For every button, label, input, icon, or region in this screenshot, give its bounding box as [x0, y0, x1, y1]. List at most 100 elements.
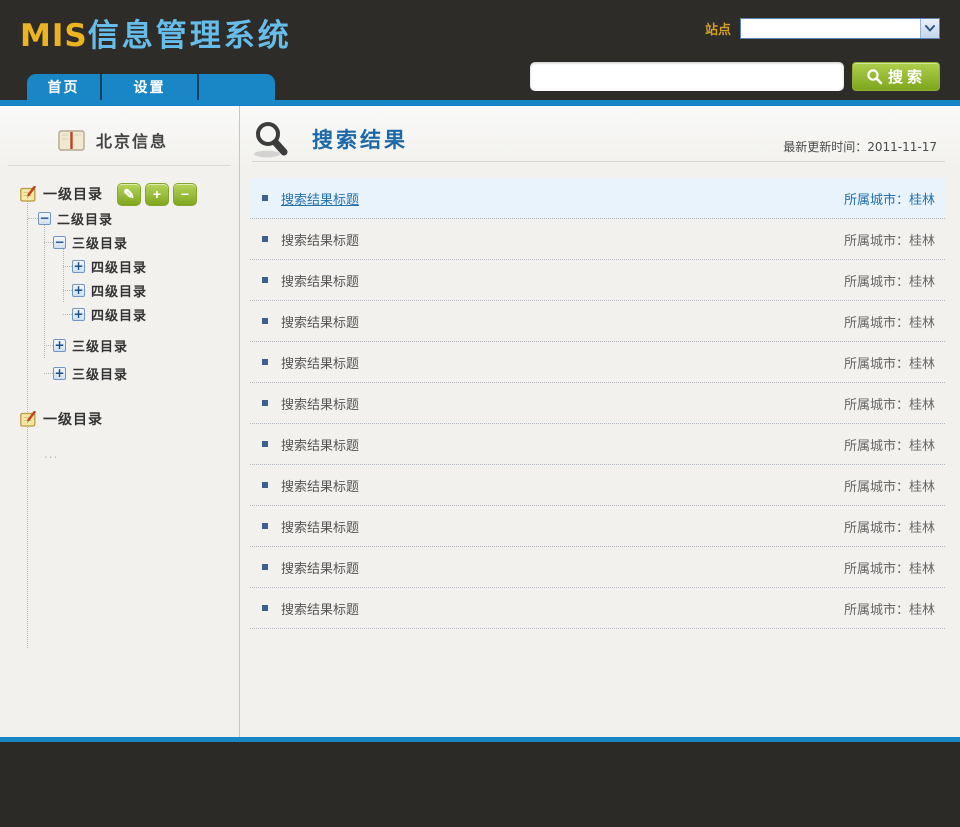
- book-icon: [58, 130, 85, 151]
- content-area: 北京信息 一级目录 ✎+− −二级目录 −三级目录 +四级目录 +四级目录 +四…: [0, 106, 960, 737]
- add-button[interactable]: +: [145, 183, 169, 206]
- result-title[interactable]: 搜索结果标题: [281, 353, 359, 372]
- search-result-row[interactable]: 搜索结果标题 所属城市：桂林: [250, 465, 945, 506]
- bullet-square-icon: [262, 359, 268, 365]
- tree-item-label: 一级目录: [43, 184, 103, 204]
- bullet-square-icon: [262, 441, 268, 447]
- chevron-down-icon[interactable]: [920, 19, 939, 38]
- search-icon: [866, 68, 883, 85]
- tree-item-label: 一级目录: [43, 409, 103, 429]
- sidebar-title-row: 北京信息: [8, 106, 231, 166]
- search-button-label: 搜索: [888, 66, 926, 87]
- tree-item-label: 四级目录: [91, 281, 147, 300]
- bullet-square-icon: [262, 482, 268, 488]
- site-label: 站点: [705, 19, 731, 38]
- result-title[interactable]: 搜索结果标题: [281, 312, 359, 331]
- app-logo: MIS信息管理系统: [20, 10, 292, 55]
- result-title[interactable]: 搜索结果标题: [281, 394, 359, 413]
- result-city: 所属城市：桂林: [844, 353, 935, 372]
- result-city: 所属城市：桂林: [844, 189, 935, 208]
- search-button[interactable]: 搜索: [852, 62, 940, 91]
- result-title[interactable]: 搜索结果标题: [281, 558, 359, 577]
- search-result-row[interactable]: 搜索结果标题 所属城市：桂林: [250, 547, 945, 588]
- result-title[interactable]: 搜索结果标题: [281, 517, 359, 536]
- tree-item-label: 三级目录: [72, 233, 128, 252]
- tree-item[interactable]: 一级目录: [0, 407, 239, 431]
- bullet-square-icon: [262, 318, 268, 324]
- app-header: MIS信息管理系统 站点 搜索 首页 设置: [0, 0, 960, 100]
- sidebar: 北京信息 一级目录 ✎+− −二级目录 −三级目录 +四级目录 +四级目录 +四…: [0, 106, 240, 737]
- tree-item-label: 四级目录: [91, 257, 147, 276]
- result-city: 所属城市：桂林: [844, 312, 935, 331]
- collapse-minus-icon[interactable]: −: [53, 236, 66, 249]
- result-city: 所属城市：桂林: [844, 476, 935, 495]
- search-result-row[interactable]: 搜索结果标题 所属城市：桂林: [250, 383, 945, 424]
- tree-ellipsis: ...: [0, 447, 239, 461]
- search-result-row[interactable]: 搜索结果标题 所属城市：桂林: [250, 219, 945, 260]
- edit-pencil-button[interactable]: ✎: [117, 183, 141, 206]
- tree-item-label: 三级目录: [72, 336, 128, 355]
- search-result-row[interactable]: 搜索结果标题 所属城市：桂林: [250, 342, 945, 383]
- note-edit-icon: [20, 186, 37, 202]
- tree-item-label: 四级目录: [91, 305, 147, 324]
- tab-home[interactable]: 首页: [27, 74, 100, 100]
- result-title[interactable]: 搜索结果标题: [281, 599, 359, 618]
- search-result-row[interactable]: 搜索结果标题 所属城市：桂林: [250, 260, 945, 301]
- result-city: 所属城市：桂林: [844, 599, 935, 618]
- bullet-square-icon: [262, 564, 268, 570]
- bullet-square-icon: [262, 523, 268, 529]
- tree-item[interactable]: 一级目录 ✎+−: [0, 182, 239, 206]
- result-city: 所属城市：桂林: [844, 271, 935, 290]
- result-title[interactable]: 搜索结果标题: [281, 230, 359, 249]
- result-city: 所属城市：桂林: [844, 517, 935, 536]
- tree-item-actions: ✎+−: [113, 183, 197, 206]
- tab-empty[interactable]: [197, 74, 275, 100]
- collapse-minus-icon[interactable]: −: [38, 212, 51, 225]
- result-city: 所属城市：桂林: [844, 435, 935, 454]
- expand-plus-icon[interactable]: +: [72, 308, 85, 321]
- search-result-row[interactable]: 搜索结果标题 所属城市：桂林: [250, 178, 945, 219]
- result-title[interactable]: 搜索结果标题: [281, 435, 359, 454]
- bullet-square-icon: [262, 236, 268, 242]
- tree-item[interactable]: −三级目录: [0, 230, 239, 254]
- search-input[interactable]: [530, 62, 844, 91]
- result-city: 所属城市：桂林: [844, 558, 935, 577]
- site-selector-row: 站点: [705, 18, 940, 39]
- site-select[interactable]: [740, 18, 940, 39]
- search-result-row[interactable]: 搜索结果标题 所属城市：桂林: [250, 301, 945, 342]
- tree-item[interactable]: + 四级目录: [0, 254, 239, 278]
- bullet-square-icon: [262, 605, 268, 611]
- tab-settings[interactable]: 设置: [100, 74, 197, 100]
- logo-mis: MIS: [20, 18, 88, 54]
- tree-item[interactable]: −二级目录: [0, 206, 239, 230]
- search-result-icon: [252, 119, 294, 159]
- result-title[interactable]: 搜索结果标题: [281, 271, 359, 290]
- footer: [0, 742, 960, 827]
- remove-button[interactable]: −: [173, 183, 197, 206]
- expand-plus-icon[interactable]: +: [53, 367, 66, 380]
- search-result-row[interactable]: 搜索结果标题 所属城市：桂林: [250, 424, 945, 465]
- last-updated-text: 最新更新时间：2011-11-17: [783, 138, 937, 155]
- result-title[interactable]: 搜索结果标题: [281, 189, 359, 208]
- search-results-list: 搜索结果标题 所属城市：桂林 搜索结果标题 所属城市：桂林 搜索结果标题 所属城…: [250, 178, 945, 629]
- note-edit-icon: [20, 411, 37, 427]
- bullet-square-icon: [262, 277, 268, 283]
- result-title[interactable]: 搜索结果标题: [281, 476, 359, 495]
- bullet-square-icon: [262, 195, 268, 201]
- expand-plus-icon[interactable]: +: [53, 339, 66, 352]
- page-title: 搜索结果: [312, 124, 408, 154]
- sidebar-title: 北京信息: [96, 128, 168, 152]
- tree-item-label: 二级目录: [57, 209, 113, 228]
- tree-item[interactable]: + 四级目录: [0, 278, 239, 302]
- bullet-square-icon: [262, 400, 268, 406]
- expand-plus-icon[interactable]: +: [72, 260, 85, 273]
- expand-plus-icon[interactable]: +: [72, 284, 85, 297]
- tree-item[interactable]: + 四级目录: [0, 302, 239, 326]
- tree-item[interactable]: + 三级目录: [0, 333, 239, 357]
- search-result-row[interactable]: 搜索结果标题 所属城市：桂林: [250, 588, 945, 629]
- result-city: 所属城市：桂林: [844, 230, 935, 249]
- tree-item[interactable]: +三级目录: [0, 361, 239, 385]
- main-header: 搜索结果 最新更新时间：2011-11-17: [252, 116, 945, 162]
- result-city: 所属城市：桂林: [844, 394, 935, 413]
- search-result-row[interactable]: 搜索结果标题 所属城市：桂林: [250, 506, 945, 547]
